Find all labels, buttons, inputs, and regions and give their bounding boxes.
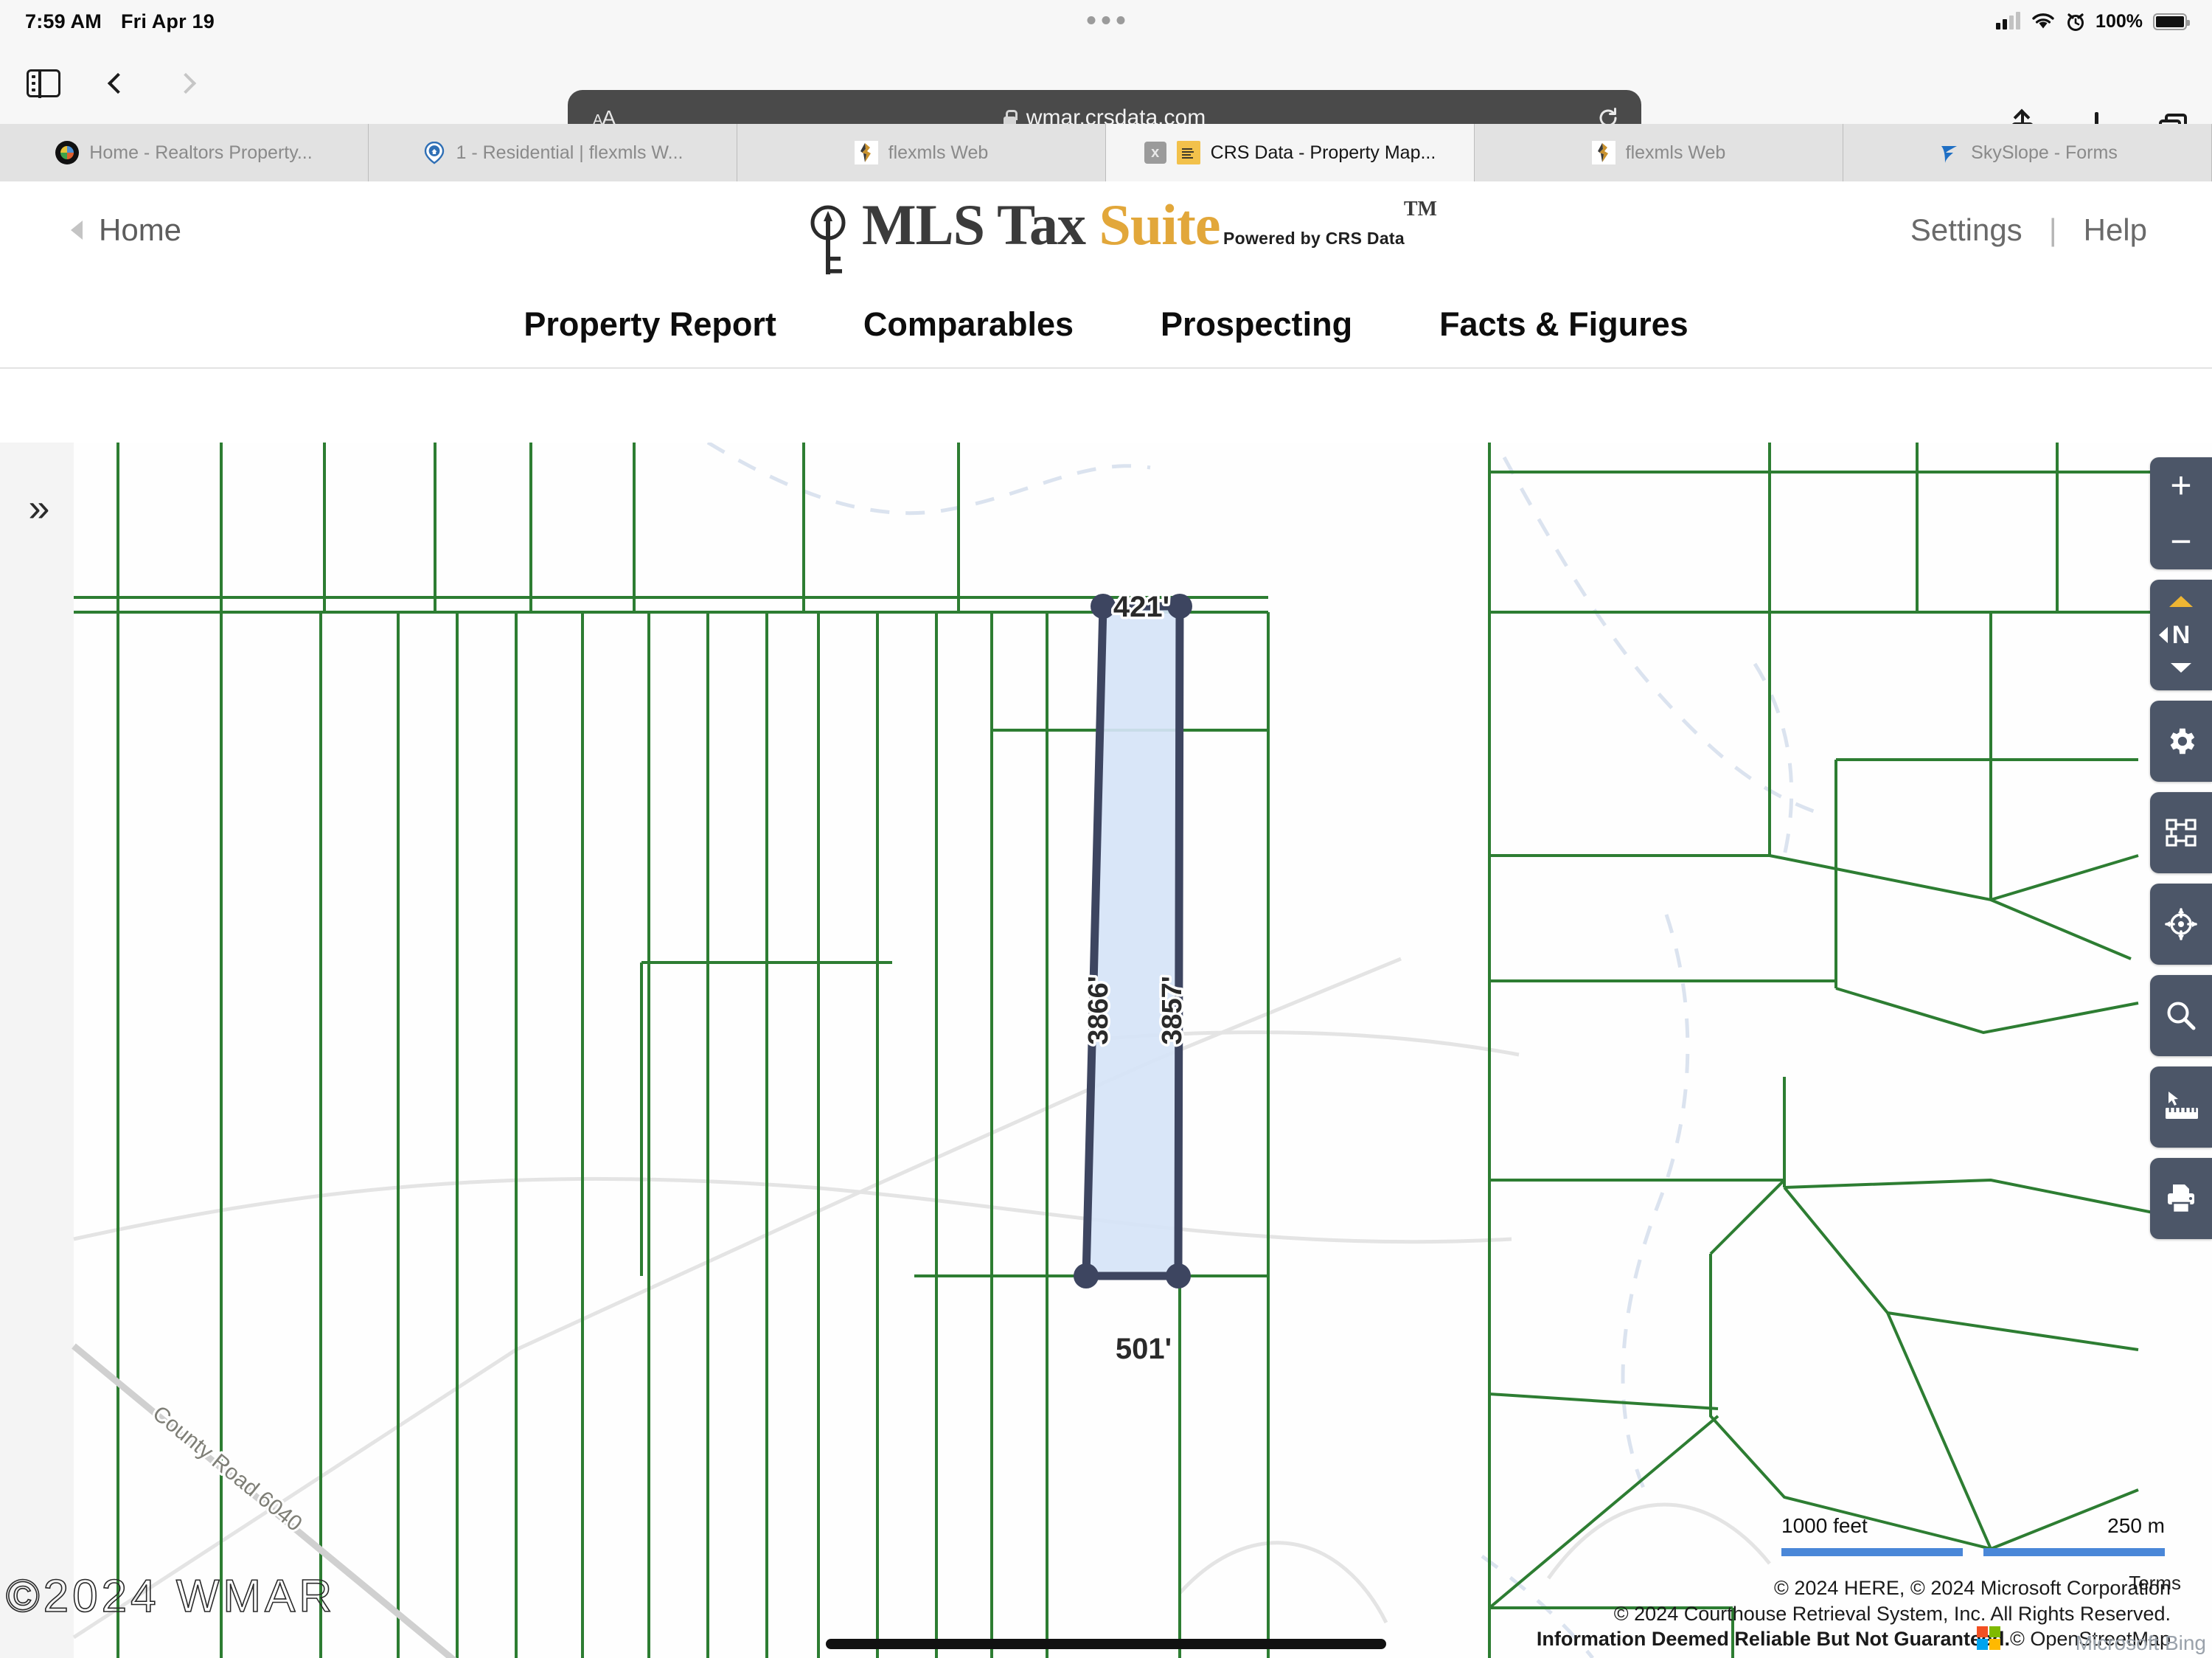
wmar-watermark: ©2024 WMAR — [5, 1570, 336, 1623]
zoom-control: + − — [2150, 457, 2212, 569]
nav-facts-figures[interactable]: Facts & Figures — [1439, 305, 1688, 344]
microsoft-logo-icon — [1977, 1626, 2000, 1650]
selection-box-icon — [2166, 819, 2197, 847]
property-map[interactable]: County Road 6040 County Road 421' 501' 3… — [0, 443, 2212, 1658]
home-indicator — [826, 1639, 1386, 1649]
select-area-button[interactable] — [2150, 792, 2212, 873]
attribution-line-2: © 2024 Courthouse Retrieval System, Inc.… — [1613, 1602, 2171, 1625]
tab-title: flexmls Web — [1625, 142, 1726, 163]
home-back-link[interactable]: Home — [71, 212, 181, 248]
main-navigation: Property Report Comparables Prospecting … — [0, 282, 2212, 369]
map-scale-bar: 1000 feet 250 m — [1781, 1514, 2165, 1556]
parcel-dim-left: 3866' — [1083, 976, 1114, 1045]
printer-icon — [2168, 1184, 2194, 1214]
attribution-disclaimer: Information Deemed Reliable But Not Guar… — [1536, 1628, 2010, 1651]
browser-tab[interactable]: SkySlope - Forms — [1843, 124, 2212, 181]
map-toolbar: + − N — [2150, 457, 2212, 1239]
header-links: Settings | Help — [1910, 212, 2147, 248]
measure-button[interactable] — [2150, 1066, 2212, 1148]
map-search-button[interactable] — [2150, 975, 2212, 1056]
browser-tab[interactable]: Home - Realtors Property... — [0, 124, 369, 181]
ios-status-bar: 7:59 AM Fri Apr 19 100% — [0, 0, 2212, 43]
mls-tax-suite-logo: MLS Tax Suite TM Powered by CRS Data — [807, 196, 1437, 278]
tab-title: SkySlope - Forms — [1971, 142, 2118, 163]
home-label: Home — [99, 212, 182, 247]
browser-toolbar: AA wmar.crsdata.com — [0, 43, 2212, 145]
compass-left-arrow-icon[interactable] — [2159, 627, 2168, 643]
gear-icon — [2170, 728, 2195, 755]
tab-close-button[interactable]: x — [1144, 142, 1166, 164]
header-separator: | — [2048, 212, 2057, 247]
location-pin-icon — [422, 141, 446, 164]
battery-percent: 100% — [2096, 10, 2143, 32]
zoom-in-button[interactable]: + — [2150, 457, 2212, 513]
scale-bar-meters — [1983, 1548, 2165, 1556]
key-icon — [807, 201, 849, 278]
help-link[interactable]: Help — [2084, 212, 2147, 248]
attribution-line-1: © 2024 HERE, © 2024 Microsoft Corporatio… — [1773, 1577, 2171, 1600]
logo-gold-text: Suite — [1099, 192, 1221, 257]
logo-wordmark: MLS Tax Suite TM Powered by CRS Data — [862, 196, 1437, 254]
map-settings-button[interactable] — [2150, 701, 2212, 782]
nav-comparables[interactable]: Comparables — [863, 305, 1074, 344]
settings-link[interactable]: Settings — [1910, 212, 2023, 248]
nav-prospecting[interactable]: Prospecting — [1161, 305, 1352, 344]
back-chevron-icon[interactable] — [107, 72, 129, 94]
scale-feet-label: 1000 feet — [1781, 1514, 1868, 1537]
browser-tab[interactable]: flexmls Web — [1475, 124, 1843, 181]
logo-main-line: MLS Tax Suite — [862, 192, 1221, 257]
logo-tagline: Powered by CRS Data — [1222, 229, 1405, 248]
parcel-dim-top: 421' — [1113, 591, 1169, 623]
bing-watermark: Microsoft Bing — [2075, 1631, 2206, 1654]
nav-property-report[interactable]: Property Report — [524, 305, 776, 344]
zoom-out-button[interactable]: − — [2150, 513, 2212, 569]
scale-meters-label: 250 m — [2107, 1514, 2165, 1537]
multitask-handle[interactable] — [1087, 16, 1125, 24]
wifi-icon — [2032, 13, 2054, 29]
map-canvas[interactable]: County Road 6040 County Road 421' 501' 3… — [0, 443, 2212, 1658]
flexmls-icon — [854, 141, 878, 164]
sidebar-icon[interactable] — [27, 69, 60, 98]
tab-strip: Home - Realtors Property... 1 - Resident… — [0, 124, 2212, 181]
compass-n-label: N — [2171, 620, 2191, 649]
browser-tab-active[interactable]: x CRS Data - Property Map... — [1106, 124, 1475, 181]
flexmls-icon — [1591, 141, 1615, 164]
search-icon — [2167, 1002, 2196, 1030]
battery-icon — [2153, 13, 2190, 30]
status-time: 7:59 AM — [25, 10, 102, 32]
logo-dark-text: MLS Tax — [862, 192, 1086, 257]
browser-tab[interactable]: 1 - Residential | flexmls W... — [369, 124, 737, 181]
compass-north-arrow-icon[interactable] — [2169, 596, 2193, 607]
crs-data-icon — [1176, 141, 1200, 164]
tab-title: CRS Data - Property Map... — [1210, 142, 1436, 163]
tab-title: flexmls Web — [888, 142, 989, 163]
scale-bar-feet — [1781, 1548, 1963, 1556]
alarm-icon — [2067, 13, 2084, 31]
logo-trademark: TM — [1403, 198, 1437, 221]
ruler-icon — [2166, 1092, 2198, 1119]
expand-panel-icon[interactable]: » — [16, 485, 62, 531]
compass-down-arrow-icon[interactable] — [2171, 663, 2191, 673]
compass-control[interactable]: N — [2150, 580, 2212, 690]
cellular-signal-icon — [1996, 12, 2021, 30]
parcel-dim-right: 3857' — [1157, 976, 1188, 1045]
skyslope-icon — [1937, 141, 1961, 164]
forward-chevron-icon[interactable] — [175, 72, 197, 94]
print-button[interactable] — [2150, 1158, 2212, 1239]
crosshair-icon — [2165, 908, 2197, 940]
status-bar-left: 7:59 AM Fri Apr 19 — [0, 10, 215, 33]
locate-me-button[interactable] — [2150, 884, 2212, 965]
app-header: Home MLS Tax Suite TM Powered by CRS Dat… — [0, 181, 2212, 282]
parcel-dim-bottom: 501' — [1116, 1333, 1172, 1365]
status-date: Fri Apr 19 — [120, 10, 215, 32]
browser-tab[interactable]: flexmls Web — [737, 124, 1106, 181]
tab-title: Home - Realtors Property... — [89, 142, 313, 163]
status-bar-right: 100% — [1996, 0, 2190, 43]
tab-title: 1 - Residential | flexmls W... — [456, 142, 684, 163]
back-triangle-icon — [71, 221, 83, 240]
rpr-icon — [55, 141, 80, 164]
